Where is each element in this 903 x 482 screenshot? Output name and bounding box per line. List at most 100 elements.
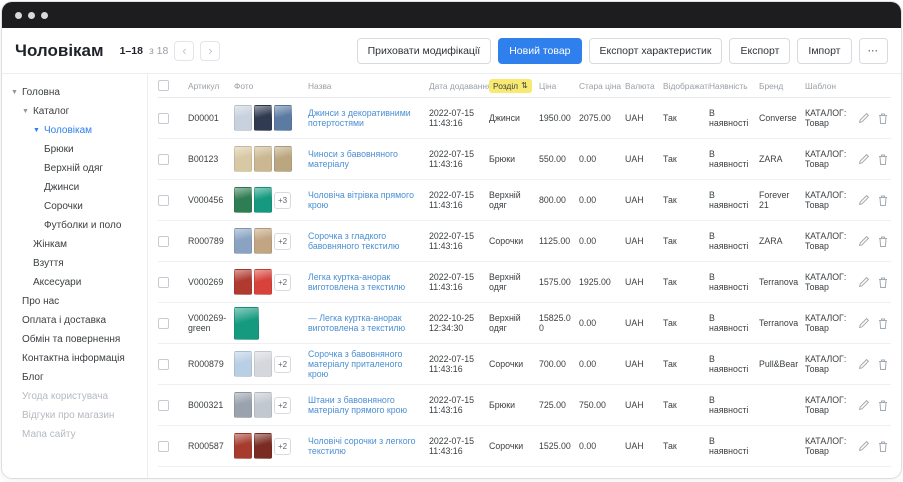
export-characteristics-button[interactable]: Експорт характеристик — [589, 38, 723, 64]
sidebar-item[interactable]: Жінкам — [2, 235, 147, 254]
sidebar-item[interactable]: Про нас — [2, 292, 147, 311]
product-name-link[interactable]: Чиноси з бавовняного матеріалу — [308, 149, 429, 169]
page-title: Чоловікам — [15, 41, 104, 61]
sidebar-item-label: Оплата і доставка — [22, 315, 106, 326]
more-photos-badge: +3 — [274, 192, 291, 209]
product-template: КАТАЛОГ: Товар — [805, 313, 857, 333]
delete-icon[interactable] — [877, 440, 889, 453]
product-photo — [254, 269, 272, 295]
column-header-section[interactable]: Розділ ⇅ — [489, 79, 539, 93]
product-name-link[interactable]: Чоловіча вітрівка прямого крою — [308, 190, 429, 210]
sidebar-item[interactable]: Мапа сайту — [2, 425, 147, 444]
sidebar-item[interactable]: Обмін та повернення — [2, 330, 147, 349]
sidebar-item[interactable]: Угода користувача — [2, 387, 147, 406]
row-checkbox[interactable] — [158, 195, 169, 206]
edit-icon[interactable] — [858, 153, 870, 166]
edit-icon[interactable] — [858, 112, 870, 125]
delete-icon[interactable] — [877, 235, 889, 248]
product-name-link[interactable]: Сорочка з гладкого бавовняного текстилю — [308, 231, 429, 251]
product-name-link[interactable]: Чоловічі сорочки з легкого текстилю — [308, 436, 429, 456]
sidebar-item[interactable]: Взуття — [2, 254, 147, 273]
product-old-price: 1925.00 — [579, 277, 625, 287]
product-sku: D00001 — [188, 113, 234, 123]
product-display-flag: Так — [663, 195, 709, 205]
product-sku: B00123 — [188, 154, 234, 164]
edit-icon[interactable] — [858, 194, 870, 207]
row-checkbox[interactable] — [158, 359, 169, 370]
edit-icon[interactable] — [858, 235, 870, 248]
product-availability: В наявності — [709, 313, 759, 333]
product-name-link[interactable]: — Легка куртка-анорак виготовлена з текс… — [308, 313, 429, 333]
product-photo — [234, 187, 252, 213]
product-name-link[interactable]: Легка куртка-анорак виготовлена з тексти… — [308, 272, 429, 292]
sidebar-item-label: Про нас — [22, 296, 59, 307]
select-all-checkbox[interactable] — [158, 80, 169, 91]
sidebar-item[interactable]: Футболки и поло — [2, 216, 147, 235]
sidebar-item[interactable]: ▼ Чоловікам — [2, 121, 147, 140]
page-header: Чоловікам 1–18 з 18 ‹ › Приховати модифі… — [2, 28, 901, 74]
sidebar-item[interactable]: Відгуки про магазин — [2, 406, 147, 425]
sidebar-item-label: Сорочки — [44, 201, 83, 212]
product-photo — [234, 146, 252, 172]
product-currency: UAH — [625, 195, 663, 205]
sidebar-item[interactable]: Оплата і доставка — [2, 311, 147, 330]
row-checkbox[interactable] — [158, 113, 169, 124]
row-checkbox[interactable] — [158, 400, 169, 411]
sidebar-item[interactable]: Брюки — [2, 140, 147, 159]
edit-icon[interactable] — [858, 399, 870, 412]
delete-icon[interactable] — [877, 317, 889, 330]
edit-icon[interactable] — [858, 317, 870, 330]
delete-icon[interactable] — [877, 276, 889, 289]
product-display-flag: Так — [663, 400, 709, 410]
product-availability: В наявності — [709, 354, 759, 374]
edit-icon[interactable] — [858, 440, 870, 453]
edit-icon[interactable] — [858, 358, 870, 371]
sidebar-item[interactable]: Верхній одяг — [2, 159, 147, 178]
sidebar-item-label: Джинси — [44, 182, 79, 193]
product-photo — [254, 187, 272, 213]
more-actions-button[interactable]: ⋯ — [859, 38, 889, 64]
sidebar-item[interactable]: Сорочки — [2, 197, 147, 216]
product-photos — [234, 146, 308, 172]
sidebar-item[interactable]: Блог — [2, 368, 147, 387]
product-display-flag: Так — [663, 277, 709, 287]
delete-icon[interactable] — [877, 194, 889, 207]
delete-icon[interactable] — [877, 112, 889, 125]
product-name-link[interactable]: Штани з бавовняного матеріалу прямого кр… — [308, 395, 429, 415]
new-product-button[interactable]: Новий товар — [498, 38, 581, 64]
product-photos — [234, 105, 308, 131]
edit-icon[interactable] — [858, 276, 870, 289]
sidebar-item[interactable]: Контактна інформація — [2, 349, 147, 368]
sidebar-item[interactable]: ▼ Головна — [2, 83, 147, 102]
row-checkbox[interactable] — [158, 441, 169, 452]
product-name-link[interactable]: Джинси з декоративними потертостями — [308, 108, 429, 128]
delete-icon[interactable] — [877, 153, 889, 166]
product-old-price: 0.00 — [579, 154, 625, 164]
import-button[interactable]: Імпорт — [797, 38, 851, 64]
export-button[interactable]: Експорт — [729, 38, 790, 64]
delete-icon[interactable] — [877, 358, 889, 371]
row-actions — [857, 153, 891, 166]
product-photos: +2 — [234, 228, 308, 254]
delete-icon[interactable] — [877, 399, 889, 412]
product-sku: R000587 — [188, 441, 234, 451]
sidebar: ▼ Головна ▼ Каталог ▼ Чоловікам Брюки Ве… — [2, 74, 148, 478]
sidebar-item[interactable]: Джинси — [2, 178, 147, 197]
product-photo — [274, 146, 292, 172]
sidebar-item[interactable]: Аксесуари — [2, 273, 147, 292]
pagination-next-button[interactable]: › — [200, 41, 220, 61]
product-photo — [254, 105, 272, 131]
row-checkbox[interactable] — [158, 236, 169, 247]
sidebar-item[interactable]: ▼ Каталог — [2, 102, 147, 121]
product-date-added: 2022-07-15 11:43:16 — [429, 272, 489, 292]
product-currency: UAH — [625, 236, 663, 246]
product-name-link[interactable]: Сорочка з бавовняного матеріалу притален… — [308, 349, 429, 379]
row-checkbox[interactable] — [158, 318, 169, 329]
row-checkbox[interactable] — [158, 154, 169, 165]
hide-modifications-button[interactable]: Приховати модифікації — [357, 38, 492, 64]
pagination-prev-button[interactable]: ‹ — [174, 41, 194, 61]
product-template: КАТАЛОГ: Товар — [805, 395, 857, 415]
sidebar-item-label: Обмін та повернення — [22, 334, 120, 345]
sort-icon: ⇅ — [521, 81, 528, 90]
row-checkbox[interactable] — [158, 277, 169, 288]
